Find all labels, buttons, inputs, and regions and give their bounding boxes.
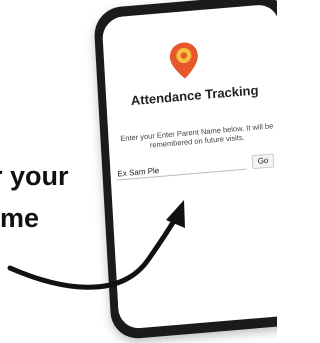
instructions-text: Enter your Enter Parent Name below. It w… (120, 121, 274, 150)
go-button[interactable]: Go (251, 153, 275, 170)
phone-mockup: Attendance Tracking Enter your Enter Par… (93, 0, 277, 341)
parent-name-input[interactable] (116, 156, 247, 181)
phone-screen: Attendance Tracking Enter your Enter Par… (101, 3, 277, 330)
side-caption-line-2: me (0, 203, 40, 233)
name-form: Go (116, 153, 277, 182)
side-caption-line-1: r your (0, 161, 69, 191)
location-pin-icon (169, 42, 198, 79)
app-title: Attendance Tracking (130, 82, 259, 109)
stage: r your me Attendance Tracking Enter your… (0, 0, 277, 343)
